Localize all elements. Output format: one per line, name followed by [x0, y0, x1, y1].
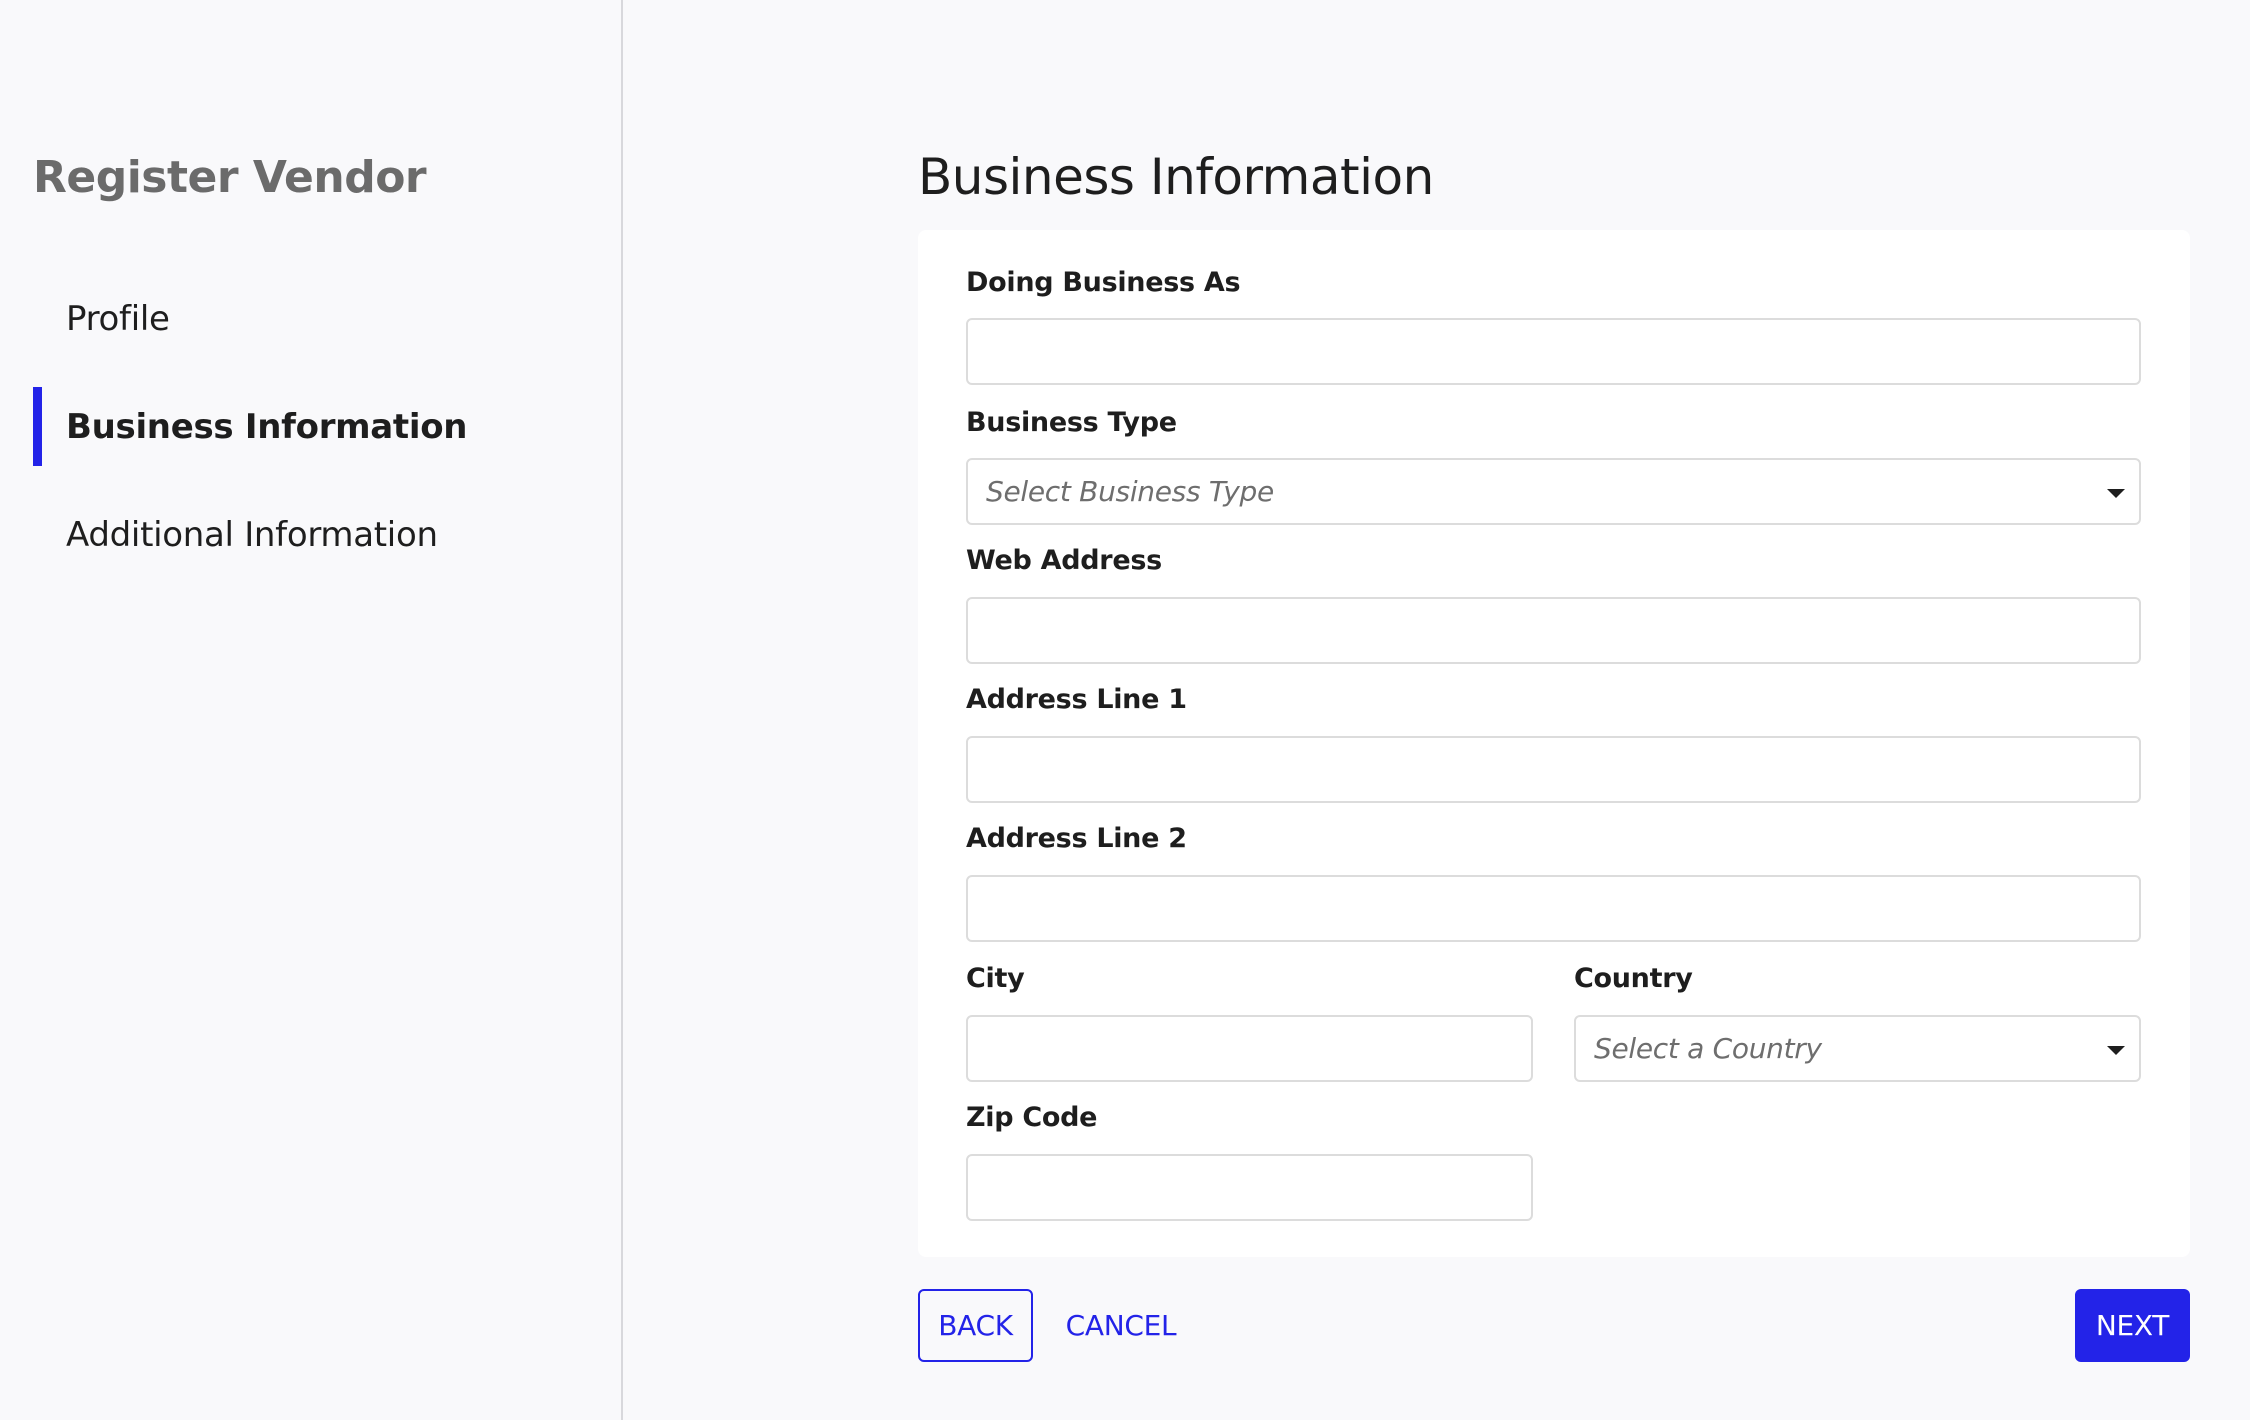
business-type-placeholder: Select Business Type	[986, 475, 1274, 508]
cancel-button[interactable]: CANCEL	[1056, 1289, 1186, 1362]
back-button[interactable]: BACK	[918, 1289, 1033, 1362]
active-indicator	[33, 387, 42, 466]
web-address-input[interactable]	[966, 597, 2141, 664]
address-line-1-label: Address Line 1	[966, 684, 1187, 715]
next-button[interactable]: NEXT	[2075, 1289, 2190, 1362]
sidebar-item-label: Profile	[66, 298, 170, 339]
business-type-label: Business Type	[966, 407, 1177, 438]
web-address-label: Web Address	[966, 545, 1162, 576]
doing-business-as-label: Doing Business As	[966, 267, 1241, 298]
caret-down-icon	[2107, 1046, 2125, 1055]
business-type-select[interactable]: Select Business Type	[966, 458, 2141, 525]
country-select[interactable]: Select a Country	[1574, 1015, 2141, 1082]
address-line-2-label: Address Line 2	[966, 823, 1187, 854]
zip-code-label: Zip Code	[966, 1102, 1098, 1133]
doing-business-as-input[interactable]	[966, 318, 2141, 385]
sidebar-item-label: Business Information	[66, 406, 468, 447]
city-input[interactable]	[966, 1015, 1533, 1082]
page-title: Business Information	[918, 148, 1434, 206]
zip-code-input[interactable]	[966, 1154, 1533, 1221]
address-line-2-input[interactable]	[966, 875, 2141, 942]
sidebar-item-label: Additional Information	[66, 514, 438, 555]
sidebar-item-additional-information[interactable]: Additional Information	[0, 495, 600, 574]
country-label: Country	[1574, 963, 1693, 994]
sidebar-item-profile[interactable]: Profile	[0, 279, 600, 358]
caret-down-icon	[2107, 489, 2125, 498]
address-line-1-input[interactable]	[966, 736, 2141, 803]
country-placeholder: Select a Country	[1594, 1032, 1822, 1065]
sidebar-item-business-information[interactable]: Business Information	[0, 387, 600, 466]
city-label: City	[966, 963, 1025, 994]
app-title: Register Vendor	[33, 152, 427, 203]
sidebar: Register Vendor Profile Business Informa…	[0, 0, 623, 1420]
